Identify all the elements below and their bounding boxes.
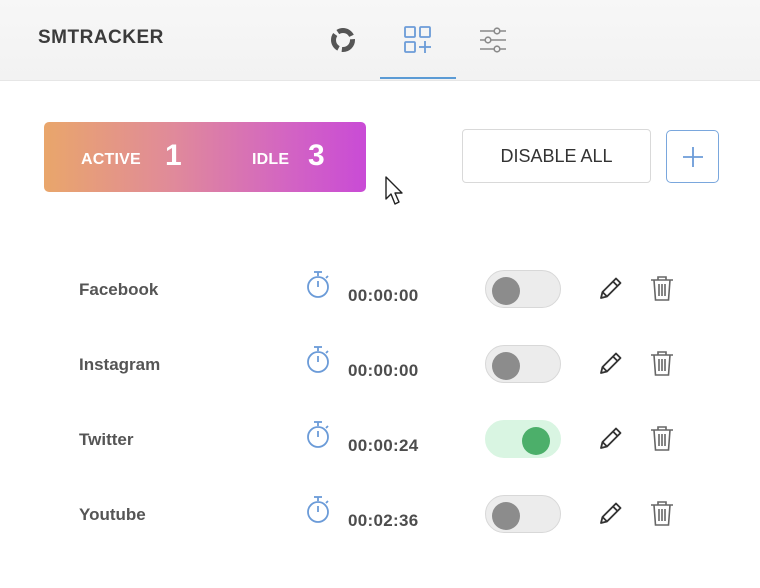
app-title: SMTRACKER: [38, 27, 164, 48]
tab-settings[interactable]: [455, 0, 531, 80]
tracker-row: Youtube 00:02:36: [0, 495, 760, 535]
toggle-knob: [492, 352, 520, 380]
stopwatch-icon: [307, 346, 329, 373]
tracker-row: Twitter 00:00:24: [0, 420, 760, 460]
idle-label: IDLE: [252, 151, 290, 168]
trash-icon[interactable]: [649, 499, 675, 527]
stopwatch-icon: [307, 271, 329, 298]
pencil-icon[interactable]: [597, 274, 625, 302]
toggle-knob: [492, 277, 520, 305]
tracker-row: Instagram 00:00:00: [0, 345, 760, 385]
tracker-elapsed-time: 00:02:36: [348, 511, 419, 530]
tracker-name: Instagram: [79, 355, 161, 374]
tracker-toggle[interactable]: [485, 270, 561, 308]
tracker-elapsed-time: 00:00:00: [348, 361, 419, 380]
sliders-icon: [480, 27, 506, 53]
add-tracker-button[interactable]: [666, 130, 719, 183]
trash-icon[interactable]: [649, 349, 675, 377]
toggle-knob: [522, 427, 550, 455]
tracker-elapsed-time: 00:00:00: [348, 286, 419, 305]
active-count: 1: [165, 139, 182, 172]
donut-chart-icon: [331, 28, 355, 52]
active-label: ACTIVE: [81, 151, 141, 168]
disable-all-button[interactable]: DISABLE ALL: [462, 129, 651, 183]
stopwatch-icon: [307, 421, 329, 448]
status-summary-card: ACTIVE 1 IDLE 3: [44, 122, 366, 192]
tracker-toggle[interactable]: [485, 420, 561, 458]
trash-icon[interactable]: [649, 424, 675, 452]
tracker-name: Twitter: [79, 430, 134, 449]
pencil-icon[interactable]: [597, 349, 625, 377]
app-header: SMTRACKER: [0, 0, 760, 81]
tab-trackers[interactable]: [380, 0, 456, 80]
tracker-toggle[interactable]: [485, 345, 561, 383]
toggle-knob: [492, 502, 520, 530]
pencil-icon[interactable]: [597, 424, 625, 452]
tracker-name: Facebook: [79, 280, 159, 299]
tracker-row: Facebook 00:00:00: [0, 270, 760, 310]
tracker-toggle[interactable]: [485, 495, 561, 533]
idle-count: 3: [308, 139, 325, 172]
trash-icon[interactable]: [649, 274, 675, 302]
tab-statistics[interactable]: [305, 0, 381, 80]
tracker-elapsed-time: 00:00:24: [348, 436, 419, 455]
pencil-icon[interactable]: [597, 499, 625, 527]
add-grid-icon: [404, 26, 431, 53]
plus-icon: [682, 146, 703, 167]
mouse-pointer-icon: [385, 176, 403, 205]
tracker-name: Youtube: [79, 505, 146, 524]
stopwatch-icon: [307, 496, 329, 523]
